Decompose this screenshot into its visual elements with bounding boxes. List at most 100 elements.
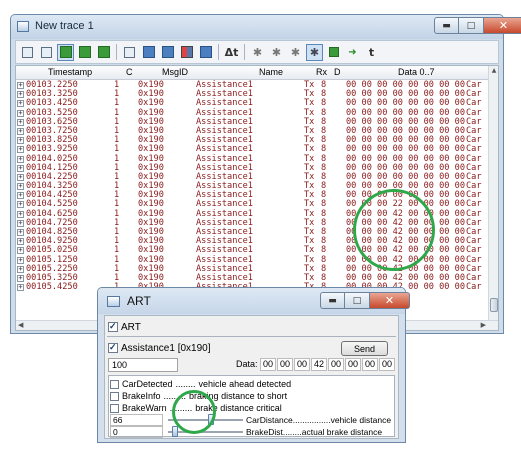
start-trace-button[interactable] bbox=[57, 43, 74, 61]
expand-icon[interactable]: + bbox=[17, 109, 24, 117]
expand-icon[interactable]: + bbox=[17, 137, 24, 145]
minimize-button[interactable]: ▬ bbox=[320, 292, 345, 309]
expand-icon[interactable]: + bbox=[17, 201, 24, 209]
data-label: Data: bbox=[236, 359, 258, 369]
expand-icon[interactable]: + bbox=[17, 219, 24, 227]
expand-icon[interactable]: + bbox=[17, 256, 24, 264]
scroll-up-icon[interactable]: ▲ bbox=[490, 67, 498, 77]
signal-name: CarDetected bbox=[122, 379, 173, 389]
trace-vertical-scrollbar[interactable]: ▲ bbox=[488, 66, 498, 322]
signal-dots: ........ bbox=[175, 379, 196, 389]
slider-thumb[interactable] bbox=[171, 426, 178, 437]
signal-panel: CarDetected........ vehicle ahead detecte… bbox=[108, 375, 395, 438]
signal-checkbox[interactable] bbox=[110, 392, 119, 401]
art-enable-checkbox[interactable] bbox=[108, 321, 118, 332]
slider-value[interactable]: 66 bbox=[110, 414, 163, 426]
maximize-button[interactable]: □ bbox=[345, 292, 370, 309]
col-dlc[interactable]: D bbox=[334, 67, 341, 77]
slider-row-brakedist: 0 BrakeDist........actual brake distance bbox=[110, 426, 394, 438]
data-byte[interactable]: 00 bbox=[260, 358, 276, 371]
expand-icon[interactable]: + bbox=[17, 238, 24, 246]
data-byte[interactable]: 00 bbox=[379, 358, 395, 371]
slider-desc: BrakeDist........actual brake distance bbox=[246, 427, 383, 437]
col-channel[interactable]: C bbox=[126, 67, 133, 77]
expand-icon[interactable]: + bbox=[17, 274, 24, 282]
filter-button[interactable] bbox=[121, 44, 138, 61]
mark-button[interactable] bbox=[178, 44, 195, 61]
signal-checkbox[interactable] bbox=[110, 380, 119, 389]
message-label: Assistance1 [0x190] bbox=[121, 342, 211, 354]
bookmark-prev-button[interactable]: ✱ bbox=[268, 44, 285, 61]
slider-description: vehicle distance bbox=[330, 415, 392, 425]
slider-value[interactable]: 0 bbox=[110, 426, 163, 438]
filter-icon bbox=[124, 46, 135, 58]
slider-description: actual brake distance bbox=[301, 427, 383, 437]
scroll-thumb[interactable] bbox=[490, 298, 498, 312]
bookmark-button[interactable]: ✱ bbox=[249, 44, 266, 61]
col-msgid[interactable]: MsgID bbox=[162, 67, 188, 77]
expand-icon[interactable]: + bbox=[17, 192, 24, 200]
col-timestamp[interactable]: Timestamp bbox=[48, 67, 92, 77]
window-icon bbox=[17, 21, 29, 32]
bookmark-next-button[interactable]: ✱ bbox=[287, 44, 304, 61]
data-byte[interactable]: 00 bbox=[294, 358, 310, 371]
expand-icon[interactable]: + bbox=[17, 164, 24, 172]
data-byte[interactable]: 00 bbox=[362, 358, 378, 371]
expand-icon[interactable]: + bbox=[17, 173, 24, 181]
expand-icon[interactable]: + bbox=[17, 265, 24, 273]
col-rx[interactable]: Rx bbox=[316, 67, 327, 77]
minimize-button[interactable]: ▬ bbox=[434, 17, 459, 34]
trace-caption-buttons: ▬ □ ✕ bbox=[434, 17, 521, 34]
close-button[interactable]: ✕ bbox=[484, 17, 521, 34]
data-row: 100 Data: 00 00 00 42 00 00 00 00 bbox=[108, 358, 395, 372]
trace-header: Timestamp C MsgID Name Rx D Data 0..7 bbox=[16, 66, 489, 80]
expand-icon[interactable]: + bbox=[17, 146, 24, 154]
autoscroll-button[interactable]: ✱ bbox=[306, 43, 323, 61]
expand-icon[interactable]: + bbox=[17, 82, 24, 89]
signal-row-brakeinfo: BrakeInfo......... braking distance to sh… bbox=[110, 391, 394, 402]
expand-icon[interactable]: + bbox=[17, 284, 24, 292]
data-byte[interactable]: 00 bbox=[328, 358, 344, 371]
columns-button[interactable] bbox=[325, 44, 342, 61]
record-button[interactable] bbox=[76, 44, 93, 61]
cycle-value-field[interactable]: 100 bbox=[108, 358, 178, 372]
col-name[interactable]: Name bbox=[259, 67, 283, 77]
slider-track[interactable] bbox=[168, 431, 243, 433]
col-data[interactable]: Data 0..7 bbox=[398, 67, 435, 77]
layout-button[interactable] bbox=[159, 44, 176, 61]
trace-toolbar: Δt ✱ ✱ ✱ ✱ ➜ t bbox=[15, 40, 499, 64]
bookmark-next-icon: ✱ bbox=[290, 45, 301, 59]
art-titlebar[interactable]: ART ▬ □ ✕ bbox=[98, 288, 410, 314]
expand-icon[interactable]: + bbox=[17, 229, 24, 236]
cell-timestamp: 00105.4250 bbox=[26, 282, 78, 293]
expand-icon[interactable]: + bbox=[17, 183, 24, 191]
message-checkbox[interactable] bbox=[108, 342, 118, 353]
data-bytes: 00 00 00 42 00 00 00 00 bbox=[260, 358, 395, 371]
trace-titlebar[interactable]: New trace 1 ▬ □ ✕ bbox=[11, 15, 521, 39]
delta-time-button[interactable]: Δt bbox=[223, 44, 240, 61]
expand-icon[interactable]: + bbox=[17, 118, 24, 126]
expand-icon[interactable]: + bbox=[17, 247, 24, 255]
paste-button[interactable] bbox=[38, 44, 55, 61]
view-button[interactable] bbox=[140, 44, 157, 61]
maximize-button[interactable]: □ bbox=[459, 17, 484, 34]
expand-icon[interactable]: + bbox=[17, 127, 24, 135]
pause-button[interactable] bbox=[95, 44, 112, 61]
signal-checkbox[interactable] bbox=[110, 404, 119, 413]
minimize-icon: ▬ bbox=[442, 20, 451, 31]
goto-button[interactable]: ➜ bbox=[344, 44, 361, 61]
expand-icon[interactable]: + bbox=[17, 155, 24, 163]
scroll-left-icon[interactable]: ◀ bbox=[18, 321, 23, 329]
data-byte[interactable]: 42 bbox=[311, 358, 327, 371]
expand-icon[interactable]: + bbox=[17, 210, 24, 218]
expand-icon[interactable]: + bbox=[17, 91, 24, 99]
send-button[interactable]: Send bbox=[341, 341, 388, 356]
absolute-time-button[interactable]: t bbox=[363, 44, 380, 61]
data-byte[interactable]: 00 bbox=[277, 358, 293, 371]
close-button[interactable]: ✕ bbox=[370, 292, 410, 309]
copy-button[interactable] bbox=[19, 44, 36, 61]
expand-icon[interactable]: + bbox=[17, 100, 24, 108]
save-button[interactable] bbox=[197, 44, 214, 61]
scroll-right-icon[interactable]: ▶ bbox=[481, 321, 486, 329]
data-byte[interactable]: 00 bbox=[345, 358, 361, 371]
